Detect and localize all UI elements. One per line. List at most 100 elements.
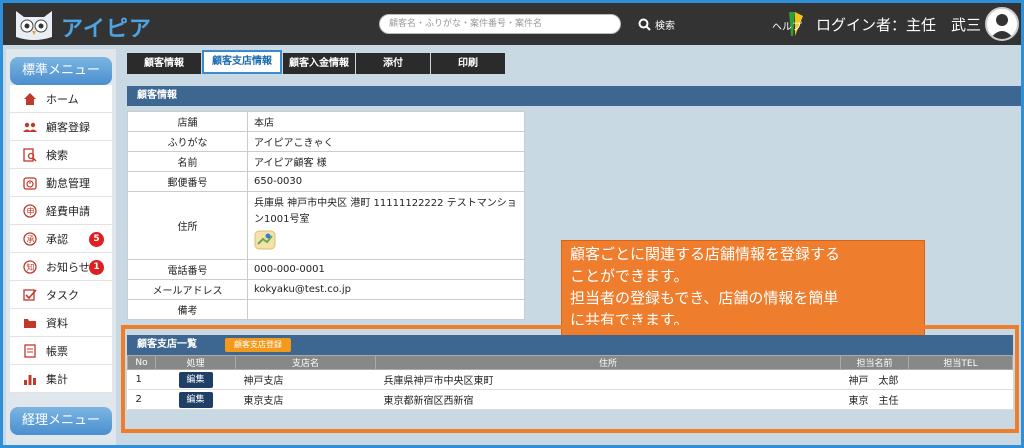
callout-line: 担当者の登録もでき、店舗の情報を簡単	[570, 289, 839, 307]
callout-line: ことができます。	[570, 267, 689, 285]
customer-info-table: 店舗 本店 ふりがな アイピアこきゃく 名前 アイピア顧客 様 郵便番号 650-003…	[127, 111, 525, 320]
column-header[interactable]: 支店名	[235, 355, 376, 370]
column-header[interactable]: 担当TEL	[908, 355, 1013, 370]
branch-name: 東京支店	[235, 389, 376, 410]
owl-logo-icon[interactable]	[12, 7, 56, 41]
sidebar: 標準メニュー ホーム 顧客登録 検索 勤怠管理 申 経費申請 承 承認 5 知 …	[6, 49, 116, 445]
help-icon[interactable]: ヘルプ	[771, 10, 811, 40]
field-label: 名前	[127, 151, 248, 172]
tab-print[interactable]: 印刷	[431, 53, 505, 74]
row-number: 1	[127, 369, 156, 390]
field-label: 備考	[127, 299, 248, 320]
top-header: アイピア 顧客名・ふりがな・案件番号・案件名 検索 ヘルプ ログイン者：主任 武…	[3, 3, 1021, 45]
table-row: 名前 アイピア顧客 様	[127, 151, 525, 172]
feature-callout: 顧客ごとに関連する店舗情報を登録する ことができます。 担当者の登録もでき、店舗…	[561, 240, 925, 336]
search-button-label: 検索	[655, 20, 675, 32]
notice-icon: 知	[22, 259, 38, 275]
sidebar-item-materials[interactable]: 資料	[10, 309, 112, 337]
standard-menu-heading[interactable]: 標準メニュー	[10, 57, 112, 85]
app-frame: アイピア 顧客名・ふりがな・案件番号・案件名 検索 ヘルプ ログイン者：主任 武…	[0, 0, 1024, 448]
tab-customer-payment[interactable]: 顧客入金情報	[283, 53, 355, 74]
sidebar-item-label: お知らせ	[46, 260, 90, 274]
map-icon[interactable]	[254, 230, 276, 250]
field-value: アイピア顧客 様	[247, 151, 525, 172]
add-branch-button[interactable]: 顧客支店登録	[225, 338, 291, 352]
table-row: 電話番号 000-000-0001	[127, 259, 525, 280]
app-title[interactable]: アイピア	[61, 11, 152, 43]
field-value: 本店	[247, 111, 525, 132]
table-row: メールアドレス kokyaku@test.co.jp	[127, 279, 525, 300]
edit-button[interactable]: 編集	[178, 391, 213, 408]
search-input[interactable]: 顧客名・ふりがな・案件番号・案件名	[379, 14, 621, 34]
sidebar-item-label: ホーム	[46, 92, 79, 106]
user-avatar[interactable]	[985, 7, 1019, 41]
branch-table: No 処理 支店名 住所 担当名前 担当TEL 1 編集 神戸支店 兵庫県神戸市…	[127, 355, 1013, 410]
sidebar-item-search[interactable]: 検索	[10, 141, 112, 169]
clock-icon	[22, 175, 38, 191]
chart-icon	[22, 371, 38, 387]
sidebar-item-notice[interactable]: 知 お知らせ 1	[10, 253, 112, 281]
sidebar-item-summary[interactable]: 集計	[10, 365, 112, 393]
field-label: 住所	[127, 191, 248, 260]
sidebar-item-label: タスク	[46, 288, 79, 302]
branch-address: 東京都新宿区西新宿	[375, 389, 841, 410]
tab-bar: 顧客情報 顧客支店情報 顧客入金情報 添付 印刷	[127, 50, 506, 75]
branch-list-title: 顧客支店一覧	[137, 339, 197, 350]
search-icon	[638, 18, 651, 31]
field-value: アイピアこきゃく	[247, 131, 525, 152]
column-header[interactable]: 担当名前	[840, 355, 909, 370]
sidebar-item-label: 帳票	[46, 344, 68, 358]
search-doc-icon	[22, 147, 38, 163]
field-label: 電話番号	[127, 259, 248, 280]
sidebar-item-label: 検索	[46, 148, 68, 162]
tab-attachment[interactable]: 添付	[356, 53, 430, 74]
column-header[interactable]: No	[127, 355, 156, 370]
row-number: 2	[127, 389, 156, 410]
table-row: 2 編集 東京支店 東京都新宿区西新宿 東京 主任	[127, 389, 1013, 410]
help-label: ヘルプ	[772, 21, 802, 33]
table-row: 1 編集 神戸支店 兵庫県神戸市中央区東町 神戸 太郎	[127, 369, 1013, 390]
sidebar-item-home[interactable]: ホーム	[10, 85, 112, 113]
svg-text:承: 承	[27, 235, 35, 244]
sidebar-item-label: 集計	[46, 372, 68, 386]
sidebar-item-approval[interactable]: 承 承認 5	[10, 225, 112, 253]
table-row: 店舗 本店	[127, 111, 525, 132]
action-cell: 編集	[155, 369, 236, 390]
sidebar-item-expense[interactable]: 申 経費申請	[10, 197, 112, 225]
field-value: kokyaku@test.co.jp	[247, 279, 525, 300]
table-row: ふりがな アイピアこきゃく	[127, 131, 525, 152]
folder-icon	[22, 315, 38, 331]
sidebar-item-attendance[interactable]: 勤怠管理	[10, 169, 112, 197]
home-icon	[22, 91, 38, 107]
contact-person: 東京 主任	[840, 389, 909, 410]
sidebar-menu-list: ホーム 顧客登録 検索 勤怠管理 申 経費申請 承 承認 5 知 お知らせ 1 …	[10, 85, 112, 393]
search-button[interactable]: 検索	[638, 15, 675, 33]
sidebar-item-customer-register[interactable]: 顧客登録	[10, 113, 112, 141]
sidebar-item-forms[interactable]: 帳票	[10, 337, 112, 365]
field-label: メールアドレス	[127, 279, 248, 300]
notice-count-badge: 1	[89, 260, 104, 275]
accounting-menu-heading[interactable]: 経理メニュー	[10, 407, 112, 435]
action-cell: 編集	[155, 389, 236, 410]
contact-person: 神戸 太郎	[840, 369, 909, 390]
column-header[interactable]: 処理	[155, 355, 236, 370]
branch-address: 兵庫県神戸市中央区東町	[375, 369, 841, 390]
contact-tel	[908, 369, 1013, 390]
approval-count-badge: 5	[89, 232, 104, 247]
column-header[interactable]: 住所	[375, 355, 841, 370]
customer-info-heading: 顧客情報	[127, 86, 1021, 106]
table-row: 住所 兵庫県 神戸市中央区 港町 11111122222 テストマンション100…	[127, 191, 525, 260]
expense-icon: 申	[22, 203, 38, 219]
edit-button[interactable]: 編集	[178, 371, 213, 388]
tab-customer-info[interactable]: 顧客情報	[127, 53, 201, 74]
branch-list-section: 顧客支店一覧 顧客支店登録 No 処理 支店名 住所 担当名前 担当TEL 1 …	[121, 325, 1019, 433]
sidebar-item-label: 資料	[46, 316, 68, 330]
tab-customer-branch[interactable]: 顧客支店情報	[202, 50, 282, 74]
sidebar-item-task[interactable]: タスク	[10, 281, 112, 309]
field-value: 650-0030	[247, 171, 525, 192]
branch-name: 神戸支店	[235, 369, 376, 390]
users-icon	[22, 119, 38, 135]
branch-list-heading: 顧客支店一覧 顧客支店登録	[127, 335, 1013, 355]
address-cell: 兵庫県 神戸市中央区 港町 11111122222 テストマンション1001号室	[247, 191, 525, 260]
table-row: 郵便番号 650-0030	[127, 171, 525, 192]
